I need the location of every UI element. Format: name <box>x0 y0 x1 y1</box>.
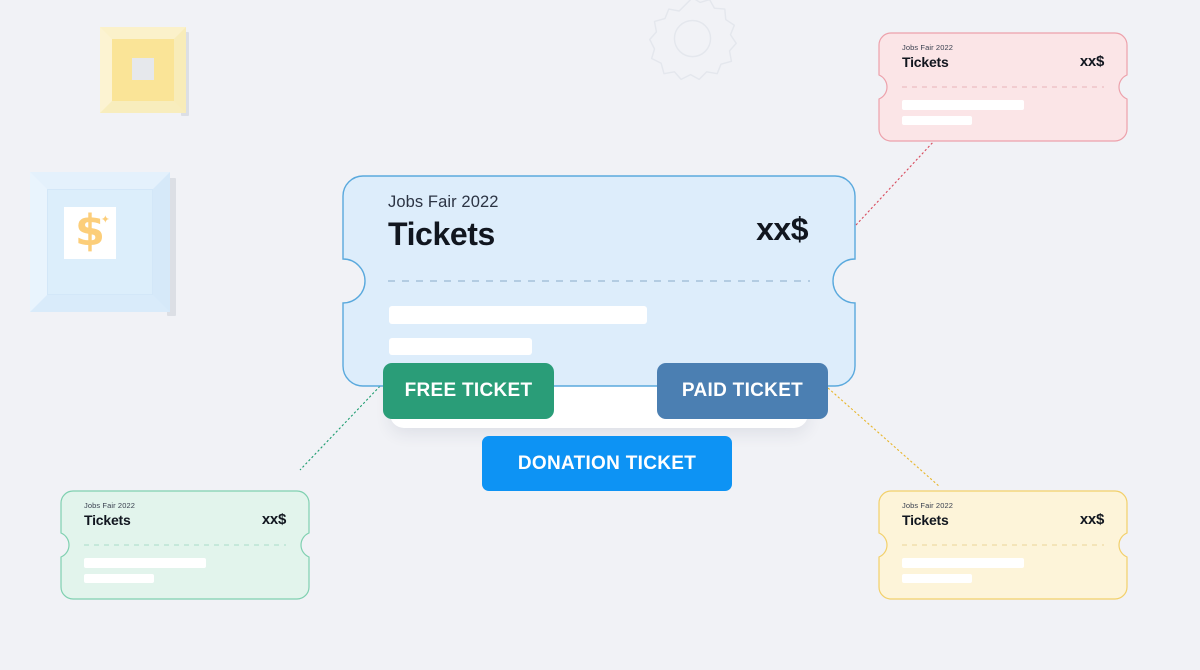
gear-icon <box>649 0 737 81</box>
mini-ticket-pink-price: xx$ <box>1079 53 1104 70</box>
mini-ticket-green[interactable]: Jobs Fair 2022 Tickets xx$ <box>60 490 310 600</box>
mini-ticket-green-placeholder-line-2 <box>84 574 154 583</box>
sparkle-icon: ✦ <box>100 214 110 226</box>
mini-ticket-yellow-title: Tickets <box>902 512 949 528</box>
paid-ticket-button[interactable]: PAID TICKET <box>657 363 828 419</box>
picture-frame-photo: $ ✦ <box>64 207 116 259</box>
yellow-square-frame <box>100 27 189 116</box>
mini-ticket-green-title: Tickets <box>84 512 131 528</box>
connector-line-green <box>299 382 384 471</box>
mini-ticket-yellow-placeholder-line-1 <box>902 558 1024 568</box>
free-ticket-button[interactable]: FREE TICKET <box>383 363 554 419</box>
mini-ticket-yellow-price: xx$ <box>1079 511 1104 528</box>
dollar-picture-frame: $ ✦ <box>30 172 176 316</box>
main-ticket-title: Tickets <box>388 216 495 252</box>
mini-ticket-pink-placeholder-line-1 <box>902 100 1024 110</box>
mini-ticket-green-eyebrow: Jobs Fair 2022 <box>84 501 136 510</box>
main-ticket-eyebrow: Jobs Fair 2022 <box>388 193 499 211</box>
mini-ticket-pink-placeholder-line-2 <box>902 116 972 125</box>
mini-ticket-yellow-eyebrow: Jobs Fair 2022 <box>902 501 954 510</box>
mini-ticket-yellow-placeholder-line-2 <box>902 574 972 583</box>
frame-core <box>132 58 154 80</box>
mini-ticket-pink[interactable]: Jobs Fair 2022 Tickets xx$ <box>878 32 1128 142</box>
mini-ticket-yellow[interactable]: Jobs Fair 2022 Tickets xx$ <box>878 490 1128 600</box>
mini-ticket-pink-title: Tickets <box>902 54 949 70</box>
main-ticket-placeholder-line-1 <box>389 306 647 324</box>
canvas: $ ✦ Jobs Fair 2022 Tickets xx$ FREE TICK… <box>0 0 1200 670</box>
mini-ticket-green-price: xx$ <box>261 511 286 528</box>
main-ticket-price: xx$ <box>756 211 808 247</box>
donation-ticket-button[interactable]: DONATION TICKET <box>482 436 732 491</box>
connector-line-pink <box>855 139 936 226</box>
main-ticket-placeholder-line-2 <box>389 338 532 355</box>
connector-line-yellow <box>827 387 941 488</box>
mini-ticket-pink-eyebrow: Jobs Fair 2022 <box>902 43 954 52</box>
main-ticket[interactable]: Jobs Fair 2022 Tickets xx$ <box>342 175 856 387</box>
mini-ticket-green-placeholder-line-1 <box>84 558 206 568</box>
